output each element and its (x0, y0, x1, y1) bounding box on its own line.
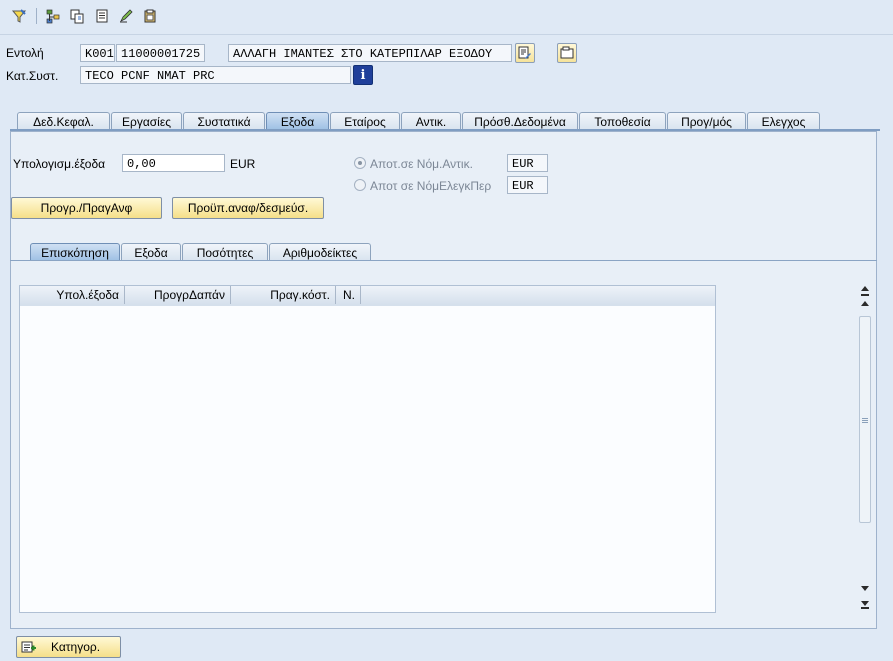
long-text-button[interactable] (515, 43, 535, 63)
toolbar-separator (36, 8, 37, 24)
tab-location[interactable]: Τοποθεσία (579, 112, 666, 130)
radio-object-currency-label: Αποτ.σε Νόμ.Αντικ. (370, 157, 473, 171)
plan-actual-report-button[interactable]: Προγρ./ΠραγΑνφ (11, 197, 162, 219)
radio-controlling-currency-label: Αποτ σε ΝόμΕλεγκΠερ (370, 179, 492, 193)
pen-icon[interactable] (117, 7, 135, 25)
tab-operations[interactable]: Εργασίες (111, 112, 182, 130)
object-button[interactable] (557, 43, 577, 63)
tab-objects[interactable]: Αντικ. (401, 112, 461, 130)
subtab-quantities[interactable]: Ποσότητες (182, 243, 268, 261)
hierarchy-icon[interactable] (44, 7, 62, 25)
filter-icon[interactable] (10, 7, 28, 25)
subtab-strip-line (10, 260, 877, 261)
order-label: Εντολή (6, 46, 44, 60)
tab-control[interactable]: Ελεγχος (747, 112, 820, 130)
scroll-bottom-bar (861, 607, 869, 609)
column-header-actual-costs[interactable]: Πραγ.κόστ. (231, 286, 336, 304)
status-label: Κατ.Συστ. (6, 69, 59, 83)
category-button[interactable]: Κατηγορ. (16, 636, 121, 658)
folder-icon (560, 46, 574, 59)
system-status-field: TECO PCNF NMAT PRC (80, 66, 351, 84)
info-icon: i (360, 67, 366, 83)
clipboard-icon[interactable] (141, 7, 159, 25)
budget-commitment-button[interactable]: Προϋπ.αναφ/δεσμεύσ. (172, 197, 324, 219)
order-description-field[interactable]: ΑΛΛΑΓΗ ΙΜΑΝΤΕΣ ΣΤΟ ΚΑΤΕΡΠΙΛΑΡ ΕΞΟΔΟΥ (228, 44, 512, 62)
table-body (20, 306, 715, 612)
tab-additional-data[interactable]: Πρόσθ.Δεδομένα (462, 112, 578, 130)
tab-header-data[interactable]: Δεδ.Κεφαλ. (17, 112, 110, 130)
order-type-field[interactable]: K001 (80, 44, 115, 62)
calc-costs-label: Υπολογισμ.έξοδα (13, 157, 106, 171)
radio-controlling-currency[interactable] (354, 179, 366, 191)
table-scrollbar[interactable] (857, 281, 873, 616)
tab-planning[interactable]: Προγ/μός (667, 112, 746, 130)
order-number-field[interactable]: 11000001725 (116, 44, 205, 62)
subtab-key-figures[interactable]: Αριθμοδείκτες (269, 243, 371, 261)
scroll-top-bar (861, 294, 869, 296)
tab-partner[interactable]: Εταίρος (330, 112, 400, 130)
controlling-currency-field: EUR (507, 176, 548, 194)
application-toolbar (0, 0, 893, 35)
overview-table: Υπολ.έξοδα ΠρογρΔαπάν Πραγ.κόστ. Ν. (19, 285, 716, 613)
scroll-bottom-icon[interactable] (861, 601, 869, 606)
currency-label: EUR (230, 157, 256, 171)
calc-costs-field: 0,00 (122, 154, 225, 172)
tab-components[interactable]: Συστατικά (183, 112, 265, 130)
edit-text-icon (518, 46, 531, 59)
scroll-down-icon[interactable] (861, 586, 869, 591)
tab-costs[interactable]: Εξοδα (266, 112, 329, 130)
scroll-up-icon[interactable] (861, 301, 869, 306)
object-currency-field: EUR (507, 154, 548, 172)
scroll-thumb[interactable] (859, 316, 871, 523)
column-header-planned-costs[interactable]: ΠρογρΔαπάν (125, 286, 231, 304)
column-header-calc-costs[interactable]: Υπολ.έξοδα (20, 286, 125, 304)
column-header-n[interactable]: Ν. (336, 286, 361, 304)
document-icon[interactable] (93, 7, 111, 25)
radio-object-currency[interactable] (354, 157, 366, 169)
column-header-empty (361, 286, 715, 304)
status-info-button[interactable]: i (353, 65, 373, 85)
subtab-overview[interactable]: Επισκόπηση (30, 243, 120, 261)
category-button-label: Κατηγορ. (51, 640, 101, 654)
scroll-top-icon[interactable] (861, 286, 869, 291)
subtab-costs[interactable]: Εξοδα (121, 243, 181, 261)
copy-icon[interactable] (68, 7, 86, 25)
